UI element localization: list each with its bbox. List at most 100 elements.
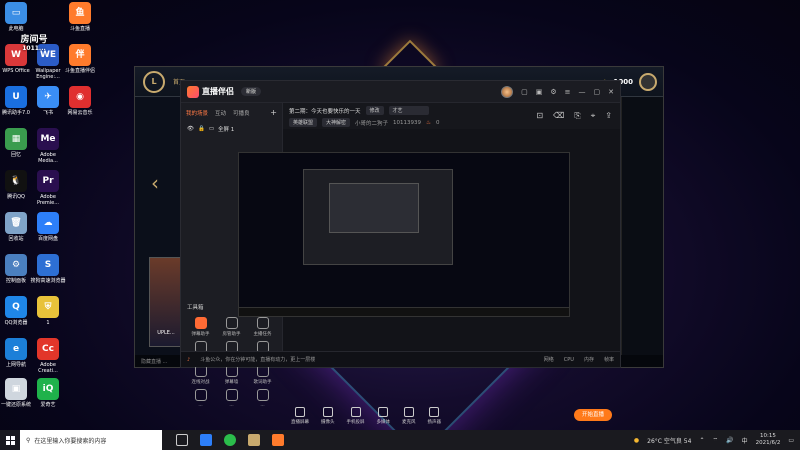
app-icon: ⚙ [5, 254, 27, 276]
desktop-icon[interactable]: ◉ 网易云音乐 [62, 86, 98, 116]
tag-subcategory[interactable]: 大神解密 [322, 118, 351, 127]
start-live-button[interactable]: 开始直播 [574, 409, 612, 421]
streaming-taskbar-icon[interactable] [272, 434, 284, 446]
tool-item[interactable]: ... [185, 389, 216, 408]
desktop-icon[interactable]: Q QQ浏览器 [0, 296, 34, 326]
pin-icon[interactable]: ⌖ [591, 111, 596, 121]
desktop-icon-label: 网易云音乐 [67, 110, 93, 116]
desktop-icon[interactable]: Pr Adobe Premie... [30, 170, 66, 206]
source-button[interactable]: 多媒体 [377, 407, 390, 425]
maximize-icon[interactable]: ▢ [594, 88, 601, 96]
minimize-icon[interactable]: — [579, 88, 586, 96]
search-placeholder: 在这里输入你要搜索的内容 [34, 437, 107, 445]
desktop-icon[interactable]: ▣ 一键还原系统 [0, 378, 34, 408]
tool-item[interactable]: 房管助手 [216, 317, 247, 337]
tool-item[interactable]: 弹幕助手 [185, 317, 216, 337]
desktop-icon[interactable]: U 腾讯助手7.0 [0, 86, 34, 116]
volume-icon[interactable]: 🔊 [726, 437, 733, 444]
status-text: 斗鱼公众，你在分钟可能，直播有动力，更上一层楼 [200, 357, 316, 363]
chevron-up-icon[interactable]: ⌃ [699, 437, 704, 444]
search-icon: ⚲ [26, 436, 31, 444]
app-logo: 直播伴侣 新版 [187, 85, 262, 98]
nested-window-inner [329, 183, 419, 233]
ime-icon[interactable]: 中 [742, 436, 748, 445]
network-icon[interactable]: ⌔ [712, 436, 718, 444]
add-scene-button[interactable]: + [270, 108, 277, 117]
desktop-icon[interactable]: e 上网导航 [0, 338, 34, 368]
gift-icon[interactable]: ▣ [536, 88, 543, 96]
desktop-icon[interactable]: ▦ 回忆 [0, 128, 34, 158]
lock-icon[interactable]: ⊡ [536, 111, 543, 121]
settings-icon[interactable]: ⚙ [550, 88, 556, 96]
source-button[interactable]: 手机投屏 [347, 407, 365, 425]
notification-icon[interactable]: ▭ [788, 437, 794, 444]
source-button[interactable]: 摄像头 [321, 407, 335, 425]
tool-item[interactable]: 弹幕墙 [216, 365, 247, 385]
tool-item[interactable]: 歌词助手 [247, 365, 278, 385]
tool-item[interactable]: 连线对战 [185, 365, 216, 385]
task-view-icon[interactable] [176, 434, 188, 446]
trash-icon[interactable]: ⌫ [553, 111, 564, 121]
lol-taskbar-icon[interactable] [248, 434, 260, 446]
source-button[interactable]: 麦克风 [402, 407, 416, 425]
chevron-left-icon[interactable]: ‹ [151, 171, 159, 195]
scene-item[interactable]: 👁 🔒 ▭ 全屏 1 [181, 122, 282, 136]
source-button[interactable]: 直播屏幕 [291, 407, 309, 425]
edit-title-button[interactable]: 修改 [365, 106, 384, 115]
desktop-icon[interactable]: ☁ 百度网盘 [30, 212, 66, 242]
copy-icon[interactable]: ⎘ [574, 111, 580, 121]
desktop-icon-label: 控制面板 [5, 278, 26, 284]
tool-item[interactable]: 主播任务 [247, 317, 278, 337]
lock-icon[interactable]: 🔒 [198, 126, 205, 132]
lol-friends-panel [621, 97, 663, 355]
desktop-icon[interactable]: Me Adobe Media... [30, 128, 66, 164]
desktop-icon[interactable]: ⛨ 1 [30, 296, 66, 326]
scene-tabs: 我的场景 互动 可播良 + [181, 103, 282, 122]
message-icon[interactable]: ▢ [521, 88, 528, 96]
desktop-icon[interactable]: 伴斗鱼直播伴侣 [62, 44, 98, 74]
category-select[interactable]: 才艺 [388, 106, 429, 115]
desktop-icon[interactable]: 🐧 腾讯QQ [0, 170, 34, 200]
windows-start-icon[interactable] [0, 430, 20, 450]
browser-icon[interactable] [200, 434, 212, 446]
tool-label: 主播任务 [253, 332, 272, 337]
fire-count: 0 [435, 119, 440, 126]
desktop-overlay: 房间号 1011... [14, 14, 54, 52]
source-button[interactable]: 扬声器 [428, 407, 441, 425]
desktop-icon[interactable]: 鱼斗鱼直播 [62, 2, 98, 32]
desktop-icon[interactable]: ✈ 飞书 [30, 86, 66, 116]
lol-promo-card[interactable]: UPLE... [149, 257, 183, 347]
desktop-icon-label: QQ浏览器 [4, 320, 28, 326]
overlay-sub: 1011... [22, 45, 46, 52]
status-network: 网络 [543, 357, 554, 363]
weather-text[interactable]: 26°C 空气良 54 [647, 436, 691, 445]
close-icon[interactable]: ✕ [608, 88, 614, 96]
eye-icon[interactable]: 👁 [187, 126, 194, 132]
tool-item[interactable]: ... [247, 389, 278, 408]
share-icon[interactable]: ⇪ [605, 111, 612, 121]
tool-item[interactable]: ... [216, 389, 247, 408]
desktop-icon[interactable]: iQ 爱奇艺 [30, 378, 66, 408]
clock-time: 10:15 [760, 433, 776, 439]
tool-label: ... [229, 403, 234, 408]
tab-broadcast[interactable]: 可播良 [233, 109, 250, 117]
tab-interact[interactable]: 互动 [215, 109, 226, 117]
wechat-icon[interactable] [224, 434, 236, 446]
desktop-icon[interactable]: ⚙ 控制面板 [0, 254, 34, 284]
desktop-icon[interactable]: 🗑 回收站 [0, 212, 34, 242]
avatar[interactable] [501, 85, 514, 98]
clock[interactable]: 10:15 2021/6/2 [756, 433, 781, 447]
taskbar-search[interactable]: ⚲ 在这里输入你要搜索的内容 [20, 430, 162, 450]
tab-my-scenes[interactable]: 我的场景 [186, 109, 208, 117]
app-icon: e [5, 338, 27, 360]
app-icon: Pr [37, 170, 59, 192]
desktop-icon[interactable]: S 搜狗高速浏览器 [30, 254, 66, 284]
tag-game[interactable]: 英雄联盟 [289, 118, 318, 127]
lol-logo[interactable]: L [143, 70, 165, 93]
tool-label: ... [260, 403, 265, 408]
version-badge[interactable]: 新版 [241, 87, 262, 96]
menu-icon[interactable]: ≡ [565, 88, 571, 96]
desktop-icon[interactable]: Cc Adobe Creati... [30, 338, 66, 374]
profile-icon[interactable] [639, 73, 657, 91]
tool-icon [225, 317, 238, 329]
